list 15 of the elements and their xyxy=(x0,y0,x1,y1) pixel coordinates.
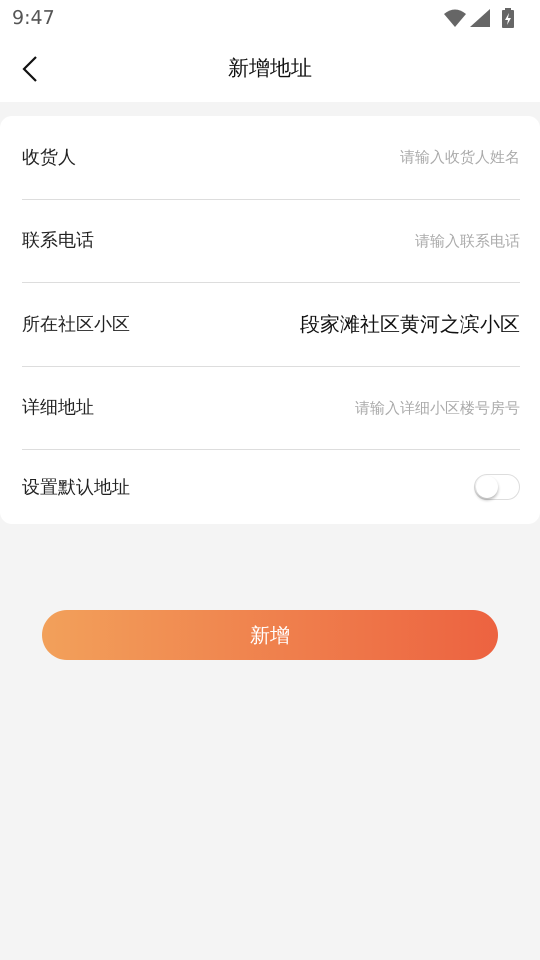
field-label: 所在社区小区 xyxy=(22,312,130,337)
field-label: 详细地址 xyxy=(22,396,94,420)
status-time: 9:47 xyxy=(12,6,55,31)
field-label: 收货人 xyxy=(22,146,76,170)
battery-icon xyxy=(502,8,514,28)
input-field[interactable]: 请输入联系电话 xyxy=(110,230,520,252)
community-value[interactable]: 段家滩社区黄河之滨小区 xyxy=(300,309,520,340)
wifi-icon xyxy=(444,9,466,27)
signal-icon xyxy=(470,9,490,27)
page-title: 新增地址 xyxy=(228,55,312,82)
field-label: 联系电话 xyxy=(22,229,94,254)
input-field[interactable]: 请输入详细小区楼号房号 xyxy=(110,396,520,419)
toggle-switch[interactable] xyxy=(474,474,520,500)
field-label: 设置默认地址 xyxy=(22,476,130,500)
input-field[interactable]: 请输入收货人姓名 xyxy=(92,146,520,168)
